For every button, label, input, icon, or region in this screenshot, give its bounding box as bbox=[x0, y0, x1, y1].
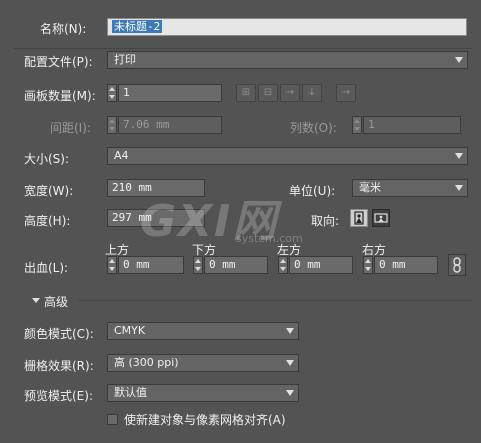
step-down-icon bbox=[109, 127, 115, 131]
bleed-left-value: 0 mm bbox=[294, 258, 321, 271]
step-up-icon bbox=[109, 259, 115, 263]
group-divider bbox=[14, 48, 472, 49]
step-up-icon bbox=[109, 119, 115, 123]
bleed-label: 出血(L): bbox=[24, 261, 69, 275]
preview-mode-label: 预览模式(E): bbox=[24, 389, 93, 403]
step-up-icon bbox=[195, 259, 201, 263]
bleed-top-input[interactable]: 0 mm bbox=[118, 256, 184, 274]
align-pixel-grid-label: 使新建对象与像素网格对齐(A) bbox=[124, 413, 286, 427]
artboards-stepper[interactable] bbox=[107, 84, 117, 102]
profile-select[interactable]: 打印 bbox=[107, 51, 468, 69]
right-to-left-icon[interactable]: → bbox=[336, 84, 356, 102]
size-value: A4 bbox=[114, 149, 129, 162]
chevron-down-icon bbox=[455, 185, 463, 191]
step-down-icon bbox=[109, 267, 115, 271]
color-mode-label: 颜色模式(C): bbox=[24, 327, 94, 341]
chevron-down-icon bbox=[286, 360, 294, 366]
preview-mode-select[interactable]: 默认值 bbox=[107, 384, 299, 402]
profile-value: 打印 bbox=[114, 53, 136, 66]
raster-effects-value: 高 (300 ppi) bbox=[114, 356, 179, 369]
units-label: 单位(U): bbox=[289, 184, 336, 198]
orientation-label: 取向: bbox=[311, 214, 340, 228]
columns-stepper bbox=[352, 116, 362, 134]
arrange-by-row-icon[interactable]: → bbox=[280, 84, 300, 102]
width-label: 宽度(W): bbox=[24, 184, 74, 198]
chain-link-icon bbox=[453, 257, 461, 273]
bleed-right-value: 0 mm bbox=[379, 258, 406, 271]
bleed-bottom-value: 0 mm bbox=[209, 258, 236, 271]
chevron-down-icon[interactable] bbox=[32, 298, 40, 303]
bleed-top-stepper[interactable] bbox=[107, 256, 117, 274]
spacing-stepper bbox=[107, 116, 117, 134]
chevron-down-icon bbox=[455, 57, 463, 63]
bleed-bottom-stepper[interactable] bbox=[193, 256, 203, 274]
bleed-bottom-input[interactable]: 0 mm bbox=[204, 256, 268, 274]
name-value: 未标题-2 bbox=[112, 20, 163, 33]
artboards-label: 画板数量(M): bbox=[24, 89, 96, 103]
preview-mode-value: 默认值 bbox=[114, 386, 147, 399]
landscape-orientation-button[interactable] bbox=[372, 209, 390, 227]
bleed-top-value: 0 mm bbox=[123, 258, 150, 271]
link-bleed-button[interactable] bbox=[448, 254, 466, 276]
bleed-left-input[interactable]: 0 mm bbox=[289, 256, 353, 274]
spacing-label: 间距(I): bbox=[50, 121, 91, 135]
color-mode-select[interactable]: CMYK bbox=[107, 322, 299, 340]
raster-effects-label: 栅格效果(R): bbox=[24, 359, 94, 373]
name-label: 名称(N): bbox=[40, 22, 87, 36]
grid-by-column-icon[interactable]: ⊟ bbox=[258, 84, 278, 102]
columns-value: 1 bbox=[368, 118, 375, 131]
size-label: 大小(S): bbox=[24, 152, 70, 166]
bleed-right-stepper[interactable] bbox=[363, 256, 373, 274]
step-up-icon bbox=[365, 259, 371, 263]
units-value: 毫米 bbox=[359, 181, 381, 194]
align-pixel-grid-checkbox[interactable] bbox=[107, 414, 118, 425]
columns-label: 列数(O): bbox=[290, 121, 337, 135]
step-up-icon bbox=[280, 259, 286, 263]
raster-effects-select[interactable]: 高 (300 ppi) bbox=[107, 354, 299, 372]
arrange-by-column-icon[interactable]: ↓ bbox=[302, 84, 322, 102]
columns-input: 1 bbox=[363, 116, 461, 134]
grid-by-row-icon[interactable]: ⊞ bbox=[236, 84, 256, 102]
step-down-icon bbox=[195, 267, 201, 271]
step-down-icon bbox=[109, 95, 115, 99]
step-down-icon bbox=[365, 267, 371, 271]
portrait-orientation-button[interactable] bbox=[350, 209, 368, 227]
artboards-input[interactable]: 1 bbox=[118, 84, 222, 102]
bleed-right-input[interactable]: 0 mm bbox=[374, 256, 438, 274]
advanced-divider bbox=[78, 300, 472, 301]
landscape-icon bbox=[374, 213, 388, 223]
height-label: 高度(H): bbox=[24, 214, 71, 228]
step-down-icon bbox=[354, 127, 360, 131]
artboards-value: 1 bbox=[123, 86, 130, 99]
spacing-input: 7.06 mm bbox=[118, 116, 222, 134]
bleed-left-stepper[interactable] bbox=[278, 256, 288, 274]
step-up-icon bbox=[354, 119, 360, 123]
portrait-icon bbox=[354, 211, 364, 225]
advanced-toggle[interactable]: 高级 bbox=[44, 293, 68, 310]
size-select[interactable]: A4 bbox=[107, 147, 468, 165]
profile-label: 配置文件(P): bbox=[24, 55, 93, 69]
name-input[interactable]: 未标题-2 bbox=[107, 18, 467, 36]
chevron-down-icon bbox=[455, 153, 463, 159]
step-up-icon bbox=[109, 87, 115, 91]
chevron-down-icon bbox=[286, 390, 294, 396]
chevron-down-icon bbox=[286, 328, 294, 334]
spacing-value: 7.06 mm bbox=[123, 118, 170, 131]
step-down-icon bbox=[280, 267, 286, 271]
units-select[interactable]: 毫米 bbox=[352, 179, 468, 197]
color-mode-value: CMYK bbox=[114, 324, 146, 337]
